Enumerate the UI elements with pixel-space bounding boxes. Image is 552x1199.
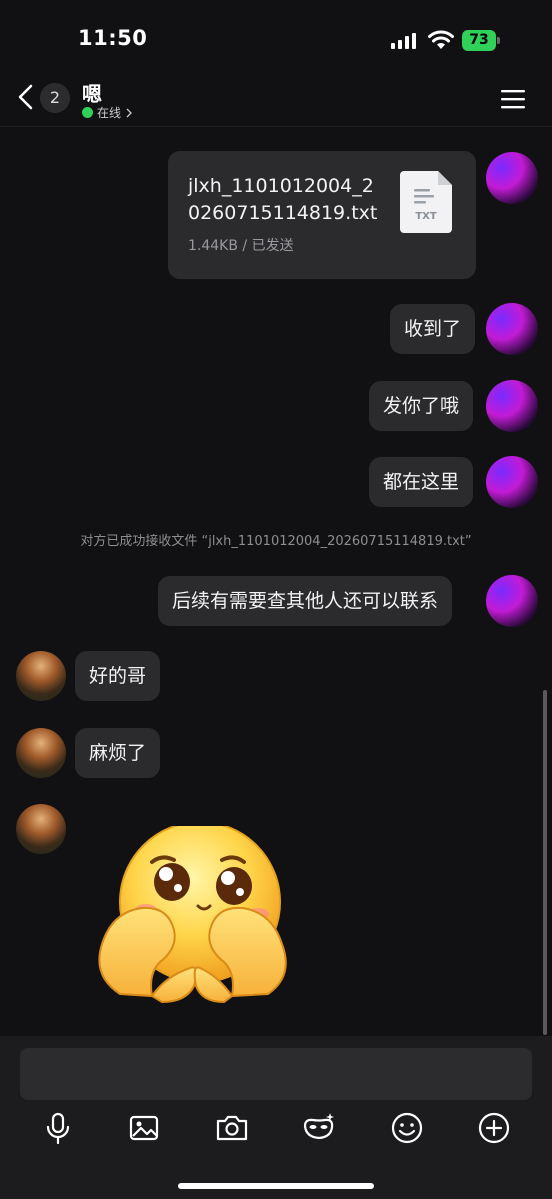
presence-label: 在线 — [97, 106, 122, 120]
sent-message-bubble[interactable]: 收到了 — [390, 304, 476, 354]
cellular-signal-icon — [391, 33, 416, 49]
svg-text:TXT: TXT — [415, 211, 437, 222]
file-meta: 1.44KB / 已发送 — [188, 238, 294, 254]
battery-level: 73 — [462, 30, 496, 51]
system-note: 对方已成功接收文件 “jlxh_1101012004_2026071511481… — [80, 534, 472, 549]
my-avatar[interactable] — [486, 575, 538, 627]
received-message-bubble[interactable]: 麻烦了 — [75, 728, 161, 778]
back-chevron-icon[interactable] — [14, 82, 40, 112]
battery-nub — [497, 37, 500, 44]
online-dot-icon — [82, 107, 93, 118]
sent-message-bubble[interactable]: 后续有需要查其他人还可以联系 — [158, 576, 453, 626]
magic-mask-icon[interactable] — [301, 1110, 337, 1146]
contact-avatar[interactable] — [16, 728, 66, 778]
my-avatar[interactable] — [486, 152, 538, 204]
camera-icon[interactable] — [214, 1110, 250, 1146]
image-icon[interactable] — [127, 1110, 163, 1146]
home-indicator — [178, 1183, 374, 1189]
contact-avatar[interactable] — [16, 804, 66, 854]
chat-header: 2 嗯 在线 — [0, 70, 552, 127]
presence-status[interactable]: 在线 — [82, 104, 132, 121]
composer — [0, 1036, 552, 1199]
wifi-icon — [428, 30, 454, 49]
my-avatar[interactable] — [486, 303, 538, 355]
chevron-right-icon — [126, 108, 132, 117]
chat-scrollbar[interactable] — [543, 690, 547, 1035]
received-message-bubble[interactable]: 好的哥 — [75, 651, 161, 701]
status-time: 11:50 — [78, 26, 148, 50]
emoji-icon[interactable] — [389, 1110, 425, 1146]
unread-count-badge[interactable]: 2 — [40, 83, 70, 113]
sent-message-bubble[interactable]: 都在这里 — [369, 457, 474, 507]
file-name: jlxh_1101012004_20260715114819.txt — [188, 175, 378, 224]
menu-icon[interactable] — [500, 88, 526, 110]
contact-avatar[interactable] — [16, 651, 66, 701]
txt-file-icon: TXT — [400, 171, 452, 233]
my-avatar[interactable] — [486, 380, 538, 432]
plus-icon[interactable] — [476, 1110, 512, 1146]
my-avatar[interactable] — [486, 456, 538, 508]
message-input[interactable] — [20, 1048, 532, 1100]
status-bar: 11:50 73 — [0, 0, 552, 70]
heart-hands-emoji-sticker[interactable] — [82, 826, 292, 1006]
contact-name[interactable]: 嗯 — [82, 78, 102, 107]
sent-message-bubble[interactable]: 发你了哦 — [369, 381, 474, 431]
file-message-card[interactable]: jlxh_1101012004_20260715114819.txt 1.44K… — [168, 151, 476, 279]
microphone-icon[interactable] — [40, 1110, 76, 1146]
